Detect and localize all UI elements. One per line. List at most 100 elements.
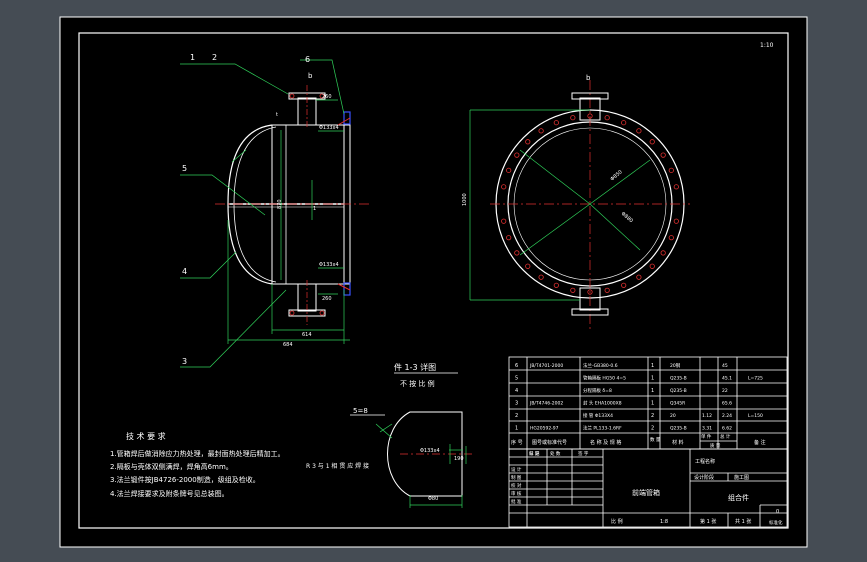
bom-code: JB/T4746-2002 xyxy=(529,401,563,407)
bom-header: 材 料 xyxy=(672,439,684,446)
bom-no: 5 xyxy=(515,376,518,382)
bom-header: 质 量 xyxy=(710,442,721,449)
svg-text:Φ133x4: Φ133x4 xyxy=(319,125,339,131)
bom-weight-total: 6.62 xyxy=(722,426,732,432)
bom-weight-unit: 1.12 xyxy=(702,413,712,419)
bolt-hole xyxy=(501,218,507,224)
bom-material: Q235-B xyxy=(670,388,687,394)
bom-code: HG20592-97 xyxy=(530,426,559,432)
cad-viewport[interactable]: { "colors": {"line":"#ffffff","green":"#… xyxy=(0,0,867,562)
front-view: b Φ850 Φ880 1000 xyxy=(462,74,690,330)
bom-header: 备 注 xyxy=(754,439,766,446)
bom-name: 接 管 Φ133X4 xyxy=(583,412,613,419)
svg-text:3: 3 xyxy=(182,357,187,366)
bolt-hole xyxy=(538,274,544,280)
bom-qty: 1 xyxy=(651,401,654,407)
svg-text:Φ133x4: Φ133x4 xyxy=(420,448,440,454)
bom-weight-unit: 3.31 xyxy=(702,426,712,432)
bolt-hole xyxy=(604,115,610,121)
bom-header: 图号或标准代号 xyxy=(532,439,567,446)
bom-name: 法兰 PL133-1.6RF xyxy=(583,425,622,432)
tb-role: 校 对 xyxy=(511,482,522,489)
bolt-hole xyxy=(621,120,627,126)
bolt-hole xyxy=(660,152,666,158)
bolt-hole xyxy=(636,274,642,280)
svg-text:技 术 要 求: 技 术 要 求 xyxy=(126,431,166,441)
tb-version: 0 xyxy=(776,509,779,515)
bom-qty: 1 xyxy=(651,388,654,394)
svg-text:1000: 1000 xyxy=(462,193,468,206)
tb-role: 审 核 xyxy=(511,490,522,497)
title-block xyxy=(508,448,788,528)
svg-text:2: 2 xyxy=(212,53,217,62)
tb-phase: 设计阶段 xyxy=(694,474,714,481)
side-view: b 1 2 6 5 4 3 t 260 Φ133x4 1 260 Φ133x4 … xyxy=(180,53,370,368)
bolt-hole xyxy=(553,282,559,288)
tb-role: 批 准 xyxy=(511,498,522,505)
bom-header: 单 件 xyxy=(701,433,712,440)
detail-view: 件 1-3 详图 不 按 比 例 5=8 Φ133x4 190 Φ80 R 3 … xyxy=(306,362,472,508)
svg-text:b: b xyxy=(308,72,313,80)
svg-text:t: t xyxy=(276,112,278,118)
svg-text:614: 614 xyxy=(302,332,312,338)
bolt-hole xyxy=(621,282,627,288)
svg-text:件 1-3 详图: 件 1-3 详图 xyxy=(394,362,436,372)
svg-text:1.管箱焊后做消除应力热处理，最封面热处理后精加工。: 1.管箱焊后做消除应力热处理，最封面热处理后精加工。 xyxy=(110,449,285,458)
bolt-hole xyxy=(668,235,674,241)
bom-note: L=725 xyxy=(748,376,763,382)
bom-no: 6 xyxy=(515,363,518,369)
bolt-hole xyxy=(673,184,679,190)
svg-text:5: 5 xyxy=(182,164,187,173)
bom-qty: 1 xyxy=(651,363,654,369)
tb-project: 工程名称 xyxy=(695,458,715,465)
bom-weight-total: 45.1 xyxy=(722,376,732,382)
tb-assembly: 组合件 xyxy=(728,493,749,502)
bolt-hole xyxy=(506,235,512,241)
bom-name: 分程隔板 δ=8 xyxy=(583,387,612,394)
tb-role: 设 计 xyxy=(511,466,522,473)
svg-text:b: b xyxy=(586,74,591,82)
bom-weight-total: 2.24 xyxy=(722,413,732,419)
tb-part-name: 前端管箱 xyxy=(632,488,660,497)
bom-note: L=150 xyxy=(748,413,763,419)
svg-text:Φ880: Φ880 xyxy=(620,211,634,224)
tb-scale: 1:8 xyxy=(660,519,668,525)
bom-text: 6 JB/T4701-2000 法兰-GB380-0.6 1 20钢 45 5 管箱隔板 HG… xyxy=(511,362,766,449)
bom-no: 1 xyxy=(515,426,518,432)
bom-weight-total: 65.6 xyxy=(722,401,732,407)
bolt-hole xyxy=(604,287,610,293)
tb-label: 处 数 xyxy=(550,450,561,457)
svg-text:Φ80: Φ80 xyxy=(428,496,438,502)
svg-text:6: 6 xyxy=(305,55,310,64)
svg-text:1: 1 xyxy=(313,206,316,212)
tb-scale-label: 比 例 xyxy=(611,518,623,525)
bolt-hole xyxy=(649,139,655,145)
bom-header: 数 量 xyxy=(650,436,661,443)
svg-text:不 按 比 例: 不 按 比 例 xyxy=(400,379,435,388)
bom-name: 管箱隔板 HG50 4=5 xyxy=(583,375,626,382)
bom-name: 法兰-GB380-0.6 xyxy=(583,362,618,369)
bom-material: 20 xyxy=(670,413,676,419)
bolt-hole xyxy=(525,139,531,145)
svg-text:1: 1 xyxy=(190,53,195,62)
bom-weight-total: 22 xyxy=(722,388,728,394)
svg-text:260: 260 xyxy=(322,94,332,100)
svg-text:4: 4 xyxy=(182,267,187,276)
bolt-hole xyxy=(660,250,666,256)
bom-header: 名 称 及 规 格 xyxy=(590,439,621,446)
bom-material: Q345R xyxy=(670,401,685,407)
bolt-hole xyxy=(514,152,520,158)
tb-label: 签 字 xyxy=(578,450,589,457)
bom-no: 3 xyxy=(515,401,518,407)
tb-sheet: 第 1 张 xyxy=(700,518,716,525)
bolt-hole xyxy=(570,287,576,293)
tb-stage: 施工图 xyxy=(734,474,749,481)
bom-weight-total: 45 xyxy=(722,363,728,369)
bolt-hole xyxy=(636,128,642,134)
tb-label: 日 期 xyxy=(529,451,540,457)
svg-text:4.法兰焊接要求及附条牌号见总装图。: 4.法兰焊接要求及附条牌号见总装图。 xyxy=(110,489,229,498)
bolt-hole xyxy=(506,167,512,173)
bolt-hole xyxy=(514,250,520,256)
svg-text:R 3 与 1 相 贯 应 焊 接: R 3 与 1 相 贯 应 焊 接 xyxy=(306,462,369,470)
bom-material: 20钢 xyxy=(670,362,681,369)
